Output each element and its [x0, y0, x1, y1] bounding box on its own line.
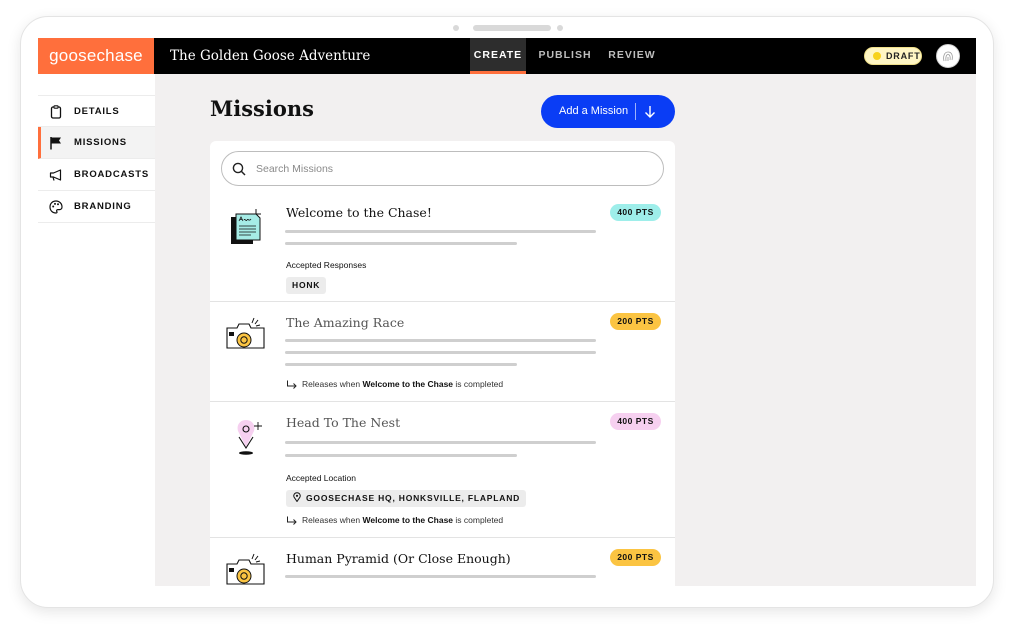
- draft-badge-label: DRAFT: [886, 51, 921, 61]
- search-input[interactable]: [254, 153, 658, 185]
- goosechase-logo[interactable]: goosechase: [38, 38, 154, 74]
- sidebar-item-label: MISSIONS: [74, 137, 127, 148]
- placeholder-line: [285, 230, 596, 233]
- placeholder-line: [285, 339, 596, 342]
- camera-dot: [453, 25, 459, 31]
- sidebar-item-label: BROADCASTS: [74, 169, 150, 180]
- draft-dot-icon: [873, 52, 881, 60]
- return-arrow-icon: [287, 516, 297, 526]
- search-icon: [232, 162, 246, 176]
- clipboard-icon: [50, 105, 62, 119]
- placeholder-line: [285, 363, 517, 366]
- draft-status-badge: DRAFT: [864, 47, 922, 65]
- arrow-down-icon[interactable]: [641, 103, 659, 121]
- release-prefix: Releases when: [302, 379, 361, 389]
- location-pin-icon: [237, 420, 262, 455]
- camera-icon: [226, 553, 265, 585]
- megaphone-icon: [49, 169, 62, 181]
- accepted-responses-label: Accepted Responses: [286, 260, 367, 270]
- sidebar-item-branding[interactable]: BRANDING: [38, 191, 155, 223]
- add-mission-label: Add a Mission: [559, 105, 629, 117]
- sidebar-item-label: BRANDING: [74, 201, 132, 212]
- page-title: Missions: [210, 96, 314, 121]
- release-mission-link[interactable]: Welcome to the Chase: [363, 379, 454, 389]
- placeholder-line: [285, 441, 596, 444]
- accepted-location-label: Accepted Location: [286, 473, 356, 483]
- speaker-bar: [473, 25, 551, 31]
- release-prefix: Releases when: [302, 515, 361, 525]
- release-suffix: is completed: [455, 515, 504, 525]
- release-suffix: is completed: [455, 379, 504, 389]
- points-badge: 400 PTS: [610, 413, 661, 430]
- flag-icon: [50, 137, 61, 150]
- game-title: The Golden Goose Adventure: [170, 48, 371, 64]
- mission-row[interactable]: Head To The Nest 400 PTS Accepted Locati…: [210, 401, 675, 537]
- camera-icon: [226, 317, 265, 349]
- user-avatar[interactable]: [936, 44, 960, 68]
- points-badge: 200 PTS: [610, 313, 661, 330]
- palette-icon: [49, 200, 63, 214]
- mission-row[interactable]: Welcome to the Chase! 400 PTS Accepted R…: [210, 196, 675, 301]
- placeholder-line: [285, 454, 517, 457]
- mission-title: Human Pyramid (Or Close Enough): [286, 551, 511, 566]
- placeholder-line: [285, 575, 596, 578]
- map-pin-icon: [293, 492, 301, 502]
- mission-title: Head To The Nest: [286, 415, 401, 430]
- release-condition: Releases when Welcome to the Chase is co…: [286, 515, 504, 526]
- sidebar: DETAILS MISSIONS BROADCASTS BRANDING: [38, 74, 155, 586]
- sidebar-item-label: DETAILS: [74, 106, 120, 117]
- points-badge: 400 PTS: [610, 204, 661, 221]
- tab-publish[interactable]: PUBLISH: [532, 38, 598, 74]
- mission-row[interactable]: The Amazing Race 200 PTS Releases when W…: [210, 301, 675, 401]
- tab-review[interactable]: REVIEW: [604, 38, 660, 74]
- top-bar: goosechase The Golden Goose Adventure CR…: [38, 38, 976, 74]
- document-icon: [231, 209, 261, 244]
- app-screen: goosechase The Golden Goose Adventure CR…: [38, 38, 976, 586]
- placeholder-line: [285, 242, 517, 245]
- tab-create[interactable]: CREATE: [470, 38, 526, 74]
- add-mission-button[interactable]: Add a Mission: [541, 95, 675, 128]
- mission-title: The Amazing Race: [286, 315, 405, 330]
- search-bar[interactable]: [221, 151, 664, 186]
- button-divider: [635, 103, 636, 120]
- missions-panel: Welcome to the Chase! 400 PTS Accepted R…: [210, 141, 675, 586]
- sidebar-item-missions[interactable]: MISSIONS: [38, 127, 155, 159]
- placeholder-line: [285, 351, 596, 354]
- sidebar-item-details[interactable]: DETAILS: [38, 95, 155, 127]
- return-arrow-icon: [287, 380, 297, 390]
- sidebar-item-broadcasts[interactable]: BROADCASTS: [38, 159, 155, 191]
- avatar-fingerprint-icon: [943, 51, 953, 62]
- mission-row[interactable]: Human Pyramid (Or Close Enough) 200 PTS: [210, 537, 675, 586]
- release-mission-link[interactable]: Welcome to the Chase: [363, 515, 454, 525]
- accepted-location-value: GOOSECHASE HQ, HONKSVILLE, FLAPLAND: [306, 493, 521, 503]
- sensor-dot: [557, 25, 563, 31]
- accepted-location-chip: GOOSECHASE HQ, HONKSVILLE, FLAPLAND: [286, 490, 527, 507]
- points-badge: 200 PTS: [610, 549, 661, 566]
- accepted-response-chip: HONK: [286, 277, 327, 294]
- mission-title: Welcome to the Chase!: [286, 205, 432, 220]
- release-condition: Releases when Welcome to the Chase is co…: [286, 379, 504, 390]
